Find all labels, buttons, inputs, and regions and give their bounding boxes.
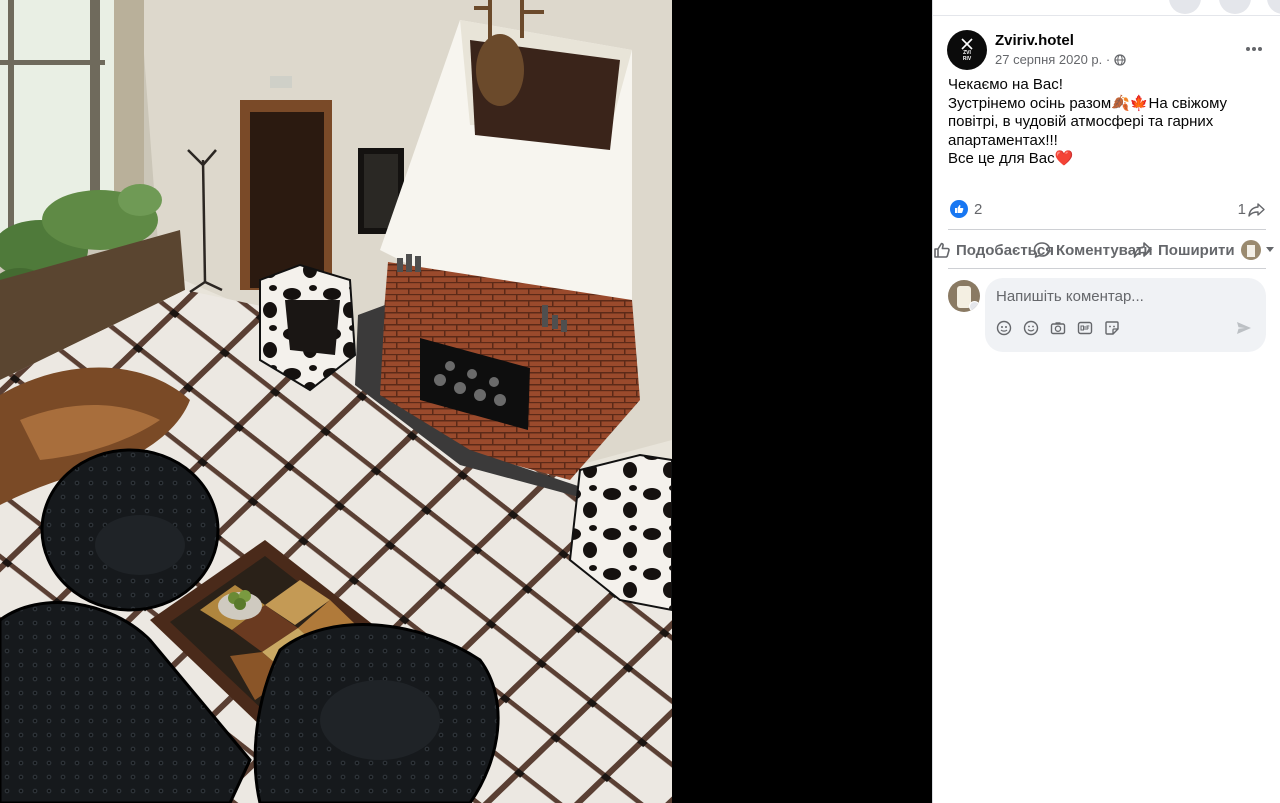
post-header: ZVI RIV Zviriv.hotel 27 серпня 2020 р. · xyxy=(947,30,1269,70)
windmill-icon: ZVI RIV xyxy=(961,38,973,62)
comment-input[interactable]: Напишіть коментар... xyxy=(996,288,1144,305)
post-date[interactable]: 27 серпня 2020 р. · xyxy=(995,52,1126,67)
page-name[interactable]: Zviriv.hotel xyxy=(995,32,1074,49)
post-text-line: Чекаємо на Вас! xyxy=(948,76,1063,93)
divider xyxy=(948,268,1266,269)
post-text-line: повітрі, в чудовій атмосфері та гарних xyxy=(948,113,1214,130)
post-text-line: Все це для Вас❤️ xyxy=(948,150,1074,167)
gif-icon[interactable] xyxy=(1077,320,1093,336)
page-avatar[interactable]: ZVI RIV xyxy=(947,30,987,70)
top-toolbar xyxy=(933,0,1280,16)
post-side-panel: ZVI RIV Zviriv.hotel 27 серпня 2020 р. ·… xyxy=(932,0,1280,803)
share-icon xyxy=(1133,242,1152,258)
toolbar-button[interactable] xyxy=(1267,0,1280,14)
comment-tools xyxy=(996,320,1120,336)
share-label: Поширити xyxy=(1158,241,1235,259)
send-button[interactable] xyxy=(1236,320,1252,341)
camera-icon[interactable] xyxy=(1050,320,1066,336)
toolbar-button[interactable] xyxy=(1169,0,1201,14)
photo-viewer xyxy=(0,0,932,803)
toolbar-button[interactable] xyxy=(1219,0,1251,14)
hotel-lobby-photo xyxy=(0,0,672,803)
like-icon xyxy=(934,242,950,258)
post-text: Чекаємо на Вас! Зустрінемо осінь разом🍂🍁… xyxy=(948,76,1268,169)
shares-count-text: 1 xyxy=(1237,201,1246,218)
chevron-down-icon xyxy=(1266,247,1274,252)
reactions-count[interactable]: 2 xyxy=(974,201,982,218)
shares-count[interactable]: 1 xyxy=(1238,201,1266,218)
commenter-avatar-badge xyxy=(969,301,980,312)
send-icon xyxy=(1237,322,1251,334)
commenter-avatar[interactable] xyxy=(948,280,980,312)
divider xyxy=(948,229,1266,230)
comment-icon xyxy=(1033,242,1051,258)
like-reaction-icon[interactable] xyxy=(950,200,968,218)
user-avatar-small xyxy=(1241,240,1261,260)
post-text-line: Зустрінемо осінь разом🍂🍁На свіжому xyxy=(948,94,1228,112)
more-options-button[interactable] xyxy=(1239,38,1269,62)
sticker-icon[interactable] xyxy=(1104,320,1120,336)
more-horizontal-icon xyxy=(1246,47,1262,51)
avatar-sticker-icon[interactable] xyxy=(996,320,1012,336)
share-arrow-icon xyxy=(1248,202,1265,217)
share-button[interactable]: Поширити xyxy=(1133,234,1235,266)
reactions-bar: 2 1 xyxy=(948,198,1266,220)
user-avatar-small-figure xyxy=(1247,245,1255,257)
audience-selector-button[interactable] xyxy=(1241,234,1274,266)
globe-icon xyxy=(1114,53,1126,66)
post-actions: Подобається Коментувати Поширити xyxy=(933,234,1280,266)
post-date-text: 27 серпня 2020 р. · xyxy=(995,52,1111,67)
comment-box[interactable]: Напишіть коментар... xyxy=(985,278,1266,352)
emoji-icon[interactable] xyxy=(1023,320,1039,336)
avatar-text-bottom: RIV xyxy=(962,56,972,62)
post-photo xyxy=(0,0,672,803)
post-text-line: апартаментах!!! xyxy=(948,131,1058,149)
